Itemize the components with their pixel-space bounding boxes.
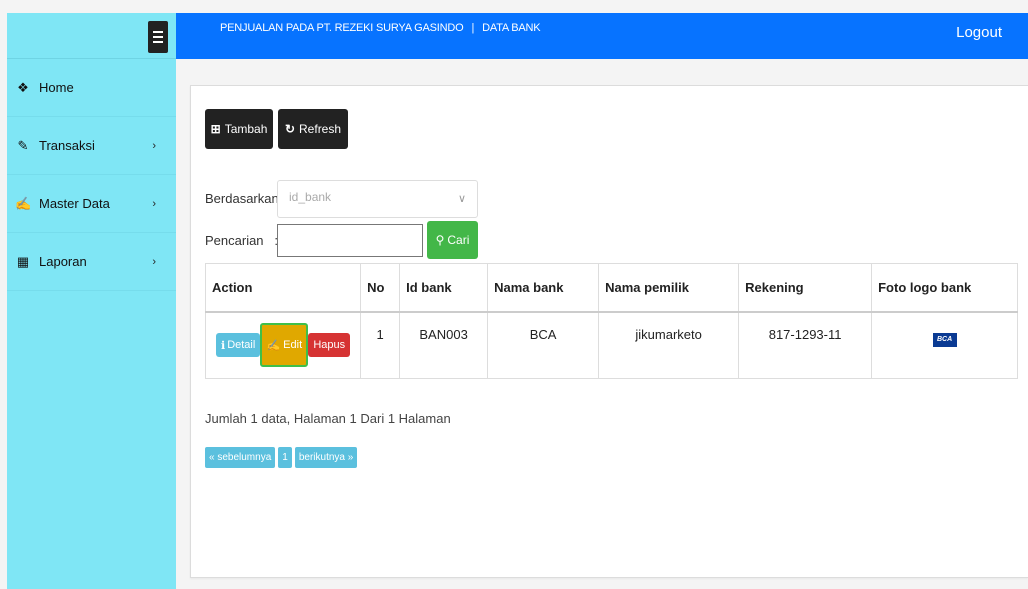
column-header: Action xyxy=(204,263,362,313)
delete-button[interactable]: Hapus xyxy=(308,333,351,358)
chevron-right-icon: › xyxy=(152,197,156,210)
refresh-button[interactable]: ↻ Refresh xyxy=(278,109,348,149)
filter-by-label: Berdasarkan: xyxy=(205,191,283,206)
sidebar-header xyxy=(7,13,176,59)
cell-logo: BCA xyxy=(871,311,1018,379)
refresh-button-label: Refresh xyxy=(299,122,342,136)
edit-icon: ✍ xyxy=(15,195,32,211)
cell-nama-bank: BCA xyxy=(487,311,600,379)
cell-nama-pemilik: jikumarketo xyxy=(598,311,740,379)
edit-button[interactable]: ✍ Edit xyxy=(260,323,309,368)
sidebar-item-label: Transaksi xyxy=(39,138,95,153)
data-summary: Jumlah 1 data, Halaman 1 Dari 1 Halaman xyxy=(205,411,451,426)
page-title: DATA BANK xyxy=(482,22,541,34)
pagination-prev[interactable]: « sebelumnya xyxy=(205,447,276,468)
column-header: Id bank xyxy=(399,263,489,313)
edit-icon: ✍ xyxy=(266,339,281,352)
cell-id-bank: BAN003 xyxy=(399,311,489,379)
sidebar-item-transaksi[interactable]: ✎ Transaksi › xyxy=(7,117,176,175)
sidebar: ❖ Home ✎ Transaksi › ✍ Master Data › ▦ L… xyxy=(7,13,176,589)
sidebar-item-laporan[interactable]: ▦ Laporan › xyxy=(7,233,176,291)
home-icon: ❖ xyxy=(17,79,29,95)
edit-button-label: Edit xyxy=(283,339,303,352)
chevron-right-icon: › xyxy=(152,139,156,152)
search-input[interactable] xyxy=(277,224,423,257)
search-button[interactable]: ⚲ Cari xyxy=(427,221,478,259)
cell-no: 1 xyxy=(360,311,401,379)
pagination-next[interactable]: berikutnya » xyxy=(294,447,358,468)
column-header: Rekening xyxy=(738,263,873,313)
detail-button[interactable]: ℹ Detail xyxy=(216,333,261,358)
column-header: No xyxy=(360,263,401,313)
table-row: ℹ Detail ✍ Edit Hapus 1 BAN003 BCA jikum… xyxy=(204,311,1018,379)
info-icon: ℹ xyxy=(221,339,226,352)
top-navbar: PENJUALAN PADA PT. REZEKI SURYA GASINDO |… xyxy=(176,13,1028,59)
cell-rekening: 817-1293-11 xyxy=(738,311,873,379)
detail-button-label: Detail xyxy=(227,339,256,352)
bank-logo-image: BCA xyxy=(932,332,957,347)
sidebar-item-label: Master Data xyxy=(39,196,110,211)
pagination: « sebelumnya 1 berikutnya » xyxy=(205,447,358,468)
app-title: PENJUALAN PADA PT. REZEKI SURYA GASINDO xyxy=(220,22,464,34)
header-title: PENJUALAN PADA PT. REZEKI SURYA GASINDO |… xyxy=(220,22,541,34)
logout-link[interactable]: Logout xyxy=(956,24,1002,41)
content-panel: ⊞ Tambah ↻ Refresh Berdasarkan: id_bank … xyxy=(190,85,1028,578)
add-button-label: Tambah xyxy=(224,122,268,136)
column-header: Nama bank xyxy=(487,263,600,313)
add-button[interactable]: ⊞ Tambah xyxy=(205,109,273,149)
calendar-icon: ▦ xyxy=(16,253,30,269)
plus-icon: ⊞ xyxy=(210,122,221,136)
table-header-row: Action No Id bank Nama bank Nama pemilik… xyxy=(204,263,1018,313)
pencil-icon: ✎ xyxy=(17,137,29,153)
filter-by-select[interactable]: id_bank ∨ xyxy=(277,180,478,218)
sidebar-item-home[interactable]: ❖ Home xyxy=(7,59,176,117)
search-label: Pencarian : xyxy=(205,233,278,248)
search-icon: ⚲ xyxy=(435,233,445,247)
column-header: Nama pemilik xyxy=(598,263,740,313)
sidebar-item-label: Laporan xyxy=(39,254,87,269)
delete-button-label: Hapus xyxy=(313,339,346,352)
search-button-label: Cari xyxy=(447,233,470,247)
pagination-page[interactable]: 1 xyxy=(278,447,292,468)
column-header: Foto logo bank xyxy=(871,263,1018,313)
filter-by-value: id_bank xyxy=(289,190,332,204)
title-separator: | xyxy=(471,22,475,34)
sidebar-item-label: Home xyxy=(39,80,74,95)
sidebar-item-master-data[interactable]: ✍ Master Data › xyxy=(7,175,176,233)
refresh-icon: ↻ xyxy=(284,122,296,136)
chevron-down-icon: ∨ xyxy=(457,193,466,205)
action-cell: ℹ Detail ✍ Edit Hapus xyxy=(204,311,362,379)
chevron-right-icon: › xyxy=(152,255,156,268)
hamburger-icon[interactable] xyxy=(148,21,168,53)
bank-table: Action No Id bank Nama bank Nama pemilik… xyxy=(204,263,1018,379)
